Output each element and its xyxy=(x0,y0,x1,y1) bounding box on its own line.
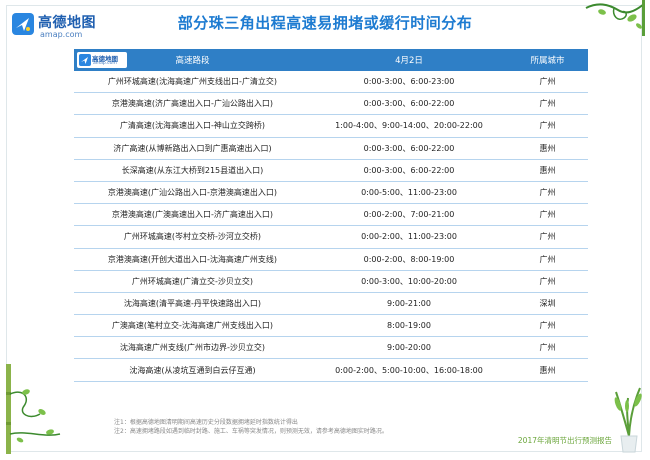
cell-segment: 广州环城高速(岑村立交桥-沙河立交桥) xyxy=(74,225,311,249)
table-row: 广州环城高速(沈海高速广州支线出口-广清立交) 0:00-3:00、6:00-23… xyxy=(74,71,588,94)
table-row: 济广高速(从博新路出入口到广惠高速出入口) 0:00-3:00、6:00-22:0… xyxy=(74,137,588,160)
table-row: 沈海高速(清平高速-丹平快速路出入口) 9:00-21:00 深圳 xyxy=(74,292,588,316)
cell-city: 广州 xyxy=(507,114,588,138)
vine-decoration-icon xyxy=(6,364,61,454)
cell-segment: 广州环城高速(沈海高速广州支线出口-广清立交) xyxy=(74,71,311,94)
cell-city: 惠州 xyxy=(507,358,588,382)
brand-domain: amap.com xyxy=(93,61,117,66)
cell-time: 9:00-20:00 xyxy=(311,336,507,360)
cell-time: 0:00-3:00、10:00-20:00 xyxy=(311,270,507,293)
cell-city: 深圳 xyxy=(507,292,588,316)
table-row: 京港澳高速(开创大道出入口-沈海高速广州支线) 0:00-2:00、8:00-19… xyxy=(74,248,588,271)
cell-city: 广州 xyxy=(507,336,588,360)
cell-city: 广州 xyxy=(507,203,588,227)
table-row: 广澳高速(笔村立交-沈海高速广州支线出入口) 8:00-19:00 广州 xyxy=(74,314,588,338)
cell-time: 0:00-3:00、6:00-22:00 xyxy=(311,137,507,160)
footnote: 注2：高速拥堵路段如遇到临时封路、施工、车祸等突发情况，则预测无效，请参考高德地… xyxy=(114,428,388,435)
cell-segment: 京港澳高速(济广高速出入口-广汕公路出入口) xyxy=(74,92,311,116)
cell-city: 广州 xyxy=(507,248,588,271)
page-title: 部分珠三角出程高速易拥堵或缓行时间分布 xyxy=(177,14,473,32)
cell-city: 广州 xyxy=(507,225,588,249)
cell-segment: 京港澳高速(开创大道出入口-沈海高速广州支线) xyxy=(74,248,311,271)
cell-segment: 沈海高速(从凌坑互通到白云仔互通) xyxy=(74,358,311,382)
cell-city: 广州 xyxy=(507,270,588,293)
plant-decoration-icon xyxy=(614,387,642,453)
congestion-table: 高德地图 amap.com 高速路段 4月2日 所属城市 广州环城高速(沈海高速… xyxy=(74,49,588,382)
cell-segment: 沈海高速(清平高速-丹平快速路出入口) xyxy=(74,292,311,316)
cell-city: 惠州 xyxy=(507,137,588,160)
cell-segment: 济广高速(从博新路出入口到广惠高速出入口) xyxy=(74,137,311,160)
cell-segment: 广清高速(沈海高速出入口-神山立交跨桥) xyxy=(74,114,311,138)
cell-city: 广州 xyxy=(507,71,588,94)
amap-logo: 高德地图 amap.com xyxy=(77,52,127,68)
cell-time: 0:00-3:00、6:00-23:00 xyxy=(311,71,507,94)
table-row: 广清高速(沈海高速出入口-神山立交跨桥) 1:00-4:00、9:00-14:00… xyxy=(74,114,588,138)
table-row: 长深高速(从东江大桥到215县道出入口) 0:00-3:00、6:00-22:00… xyxy=(74,159,588,182)
footnotes: 注1：根据高德地图清明期间高速历史分段数据拥堵延时指数统计得出 注2：高速拥堵路… xyxy=(114,418,388,436)
cell-city: 广州 xyxy=(507,181,588,205)
cell-time: 0:00-2:00、7:00-21:00 xyxy=(311,203,507,227)
cell-time: 0:00-3:00、6:00-22:00 xyxy=(311,92,507,116)
cell-time: 0:00-2:00、5:00-10:00、16:00-18:00 xyxy=(311,358,507,382)
cell-city: 广州 xyxy=(507,92,588,116)
table-row: 京港澳高速(济广高速出入口-广汕公路出入口) 0:00-3:00、6:00-22:… xyxy=(74,92,588,116)
cell-city: 惠州 xyxy=(507,159,588,182)
cell-time: 0:00-5:00、11:00-23:00 xyxy=(311,181,507,205)
cell-segment: 广澳高速(笔村立交-沈海高速广州支线出入口) xyxy=(74,314,311,338)
cell-time: 9:00-21:00 xyxy=(311,292,507,316)
cell-segment: 沈海高速广州支线(广州市边界-沙贝立交) xyxy=(74,336,311,360)
cell-segment: 京港澳高速(广汕公路出入口-京港澳高速出入口) xyxy=(74,181,311,205)
cell-segment: 京港澳高速(广澳高速出入口-济广高速出入口) xyxy=(74,203,311,227)
table-row: 广州环城高速(广清立交-沙贝立交) 0:00-3:00、10:00-20:00 广州 xyxy=(74,270,588,293)
cell-segment: 长深高速(从东江大桥到215县道出入口) xyxy=(74,159,311,182)
table-row: 沈海高速广州支线(广州市边界-沙贝立交) 9:00-20:00 广州 xyxy=(74,336,588,360)
table-row: 京港澳高速(广汕公路出入口-京港澳高速出入口) 0:00-5:00、11:00-2… xyxy=(74,181,588,205)
table-row: 京港澳高速(广澳高速出入口-济广高速出入口) 0:00-2:00、7:00-21:… xyxy=(74,203,588,227)
cell-segment: 广州环城高速(广清立交-沙贝立交) xyxy=(74,270,311,293)
cell-time: 0:00-3:00、6:00-22:00 xyxy=(311,159,507,182)
table-row: 沈海高速(从凌坑互通到白云仔互通) 0:00-2:00、5:00-10:00、16… xyxy=(74,358,588,382)
vine-decoration-icon xyxy=(585,0,645,36)
amap-logo-icon xyxy=(79,54,91,66)
header-cell-segment: 高德地图 amap.com 高速路段 xyxy=(74,49,311,71)
header-cell-date: 4月2日 xyxy=(311,49,507,71)
header-label: 高速路段 xyxy=(175,56,210,66)
report-label: 2017年清明节出行预测报告 xyxy=(517,436,612,445)
cell-city: 广州 xyxy=(507,314,588,338)
table-row: 广州环城高速(岑村立交桥-沙河立交桥) 0:00-2:00、11:00-23:00… xyxy=(74,225,588,249)
cell-time: 1:00-4:00、9:00-14:00、20:00-22:00 xyxy=(311,114,507,138)
cell-time: 0:00-2:00、8:00-19:00 xyxy=(311,248,507,271)
cell-time: 0:00-2:00、11:00-23:00 xyxy=(311,225,507,249)
cell-time: 8:00-19:00 xyxy=(311,314,507,338)
table-header-row: 高德地图 amap.com 高速路段 4月2日 所属城市 xyxy=(74,49,588,71)
footnote: 注1：根据高德地图清明期间高速历史分段数据拥堵延时指数统计得出 xyxy=(114,419,298,426)
header-cell-city: 所属城市 xyxy=(507,49,588,71)
